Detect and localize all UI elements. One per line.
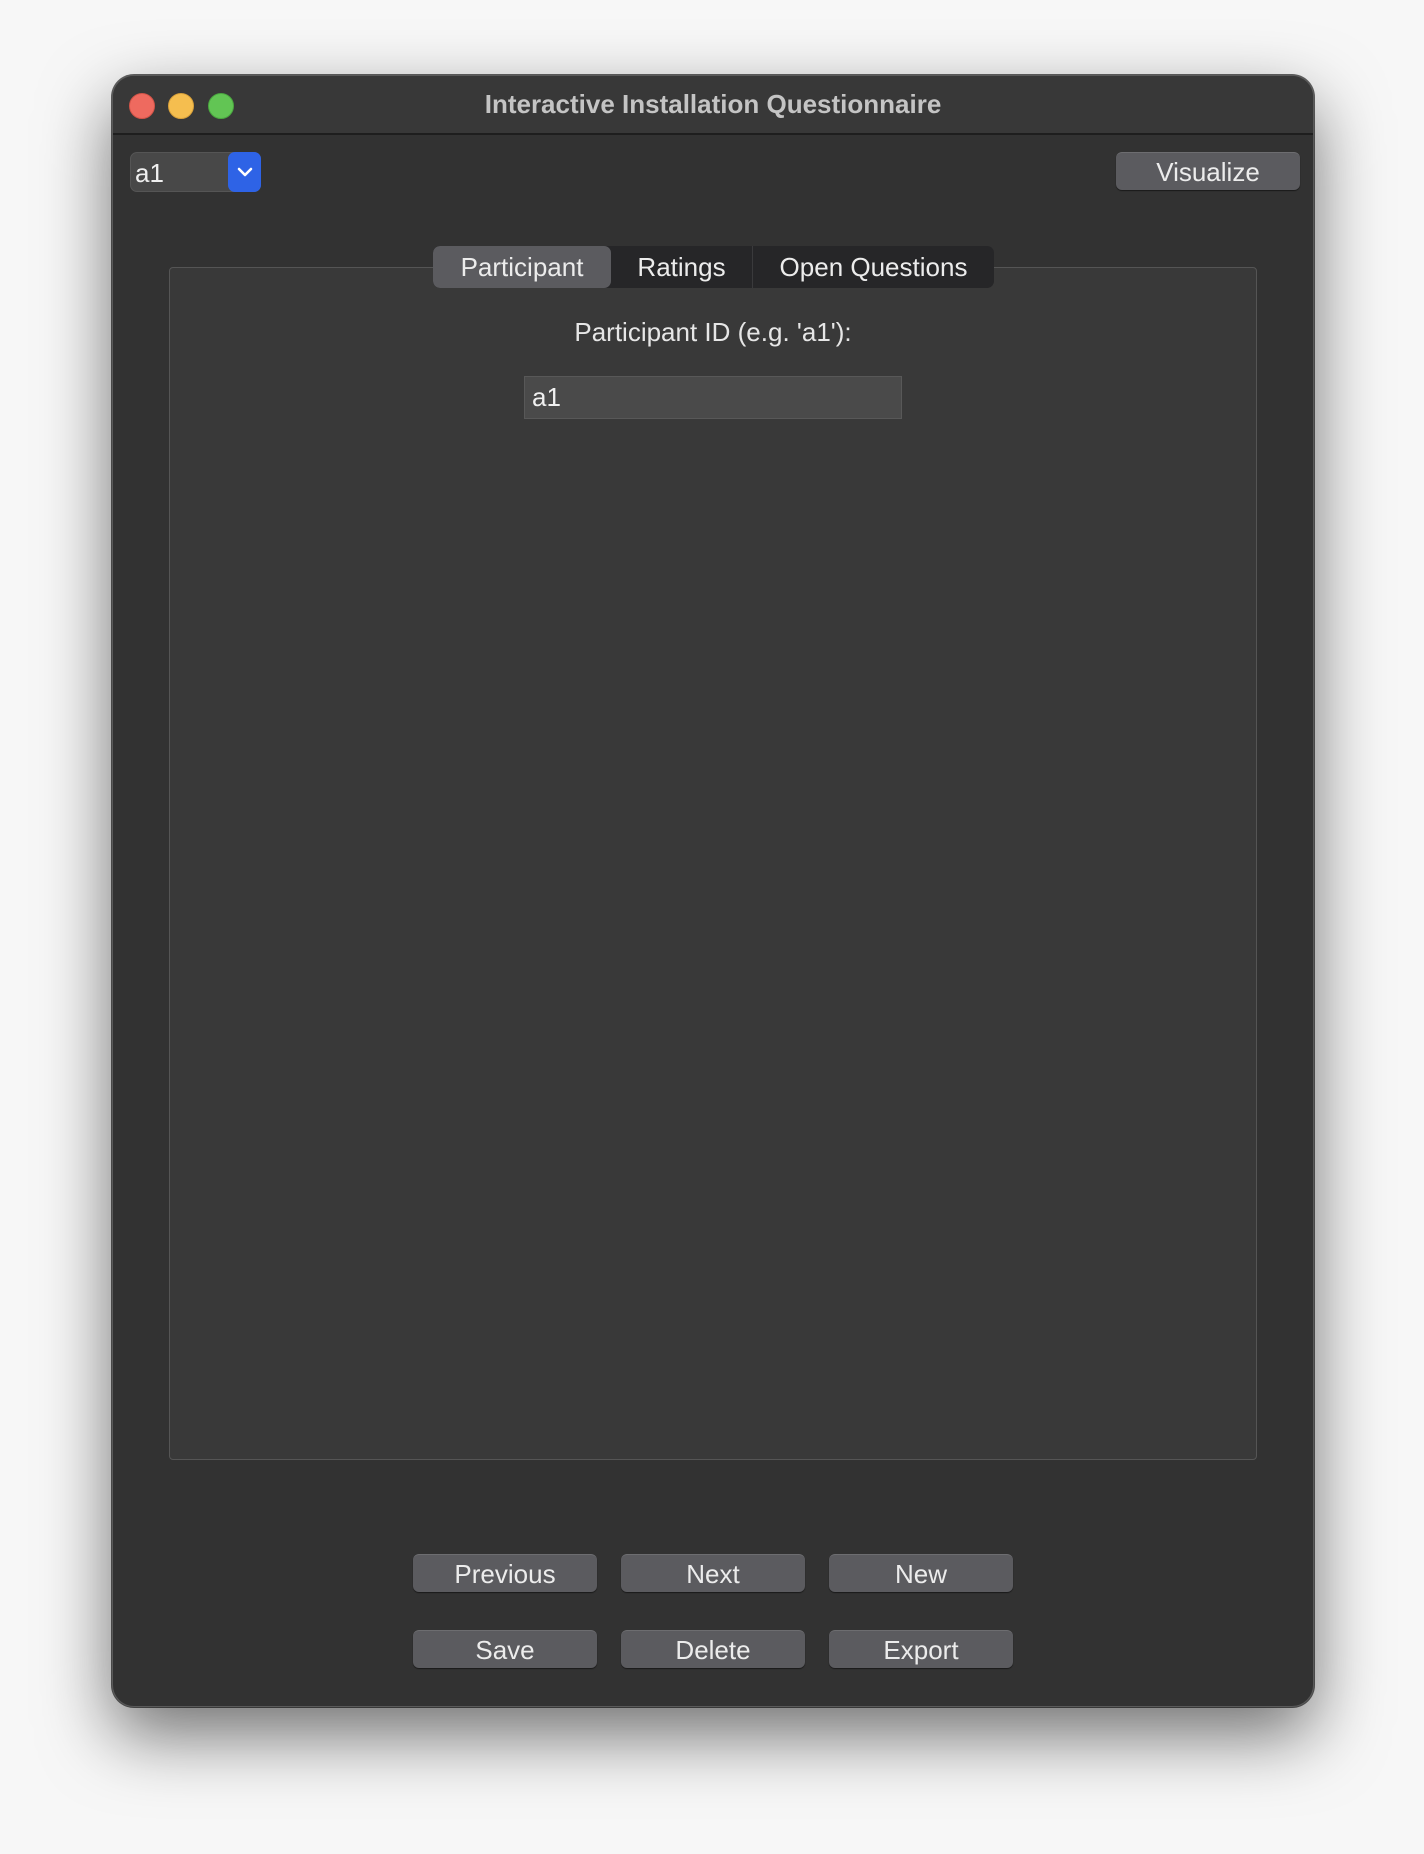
- tab-bar: Participant Ratings Open Questions: [433, 246, 994, 288]
- previous-button[interactable]: Previous: [413, 1554, 597, 1592]
- visualize-button[interactable]: Visualize: [1116, 152, 1300, 190]
- tab-participant[interactable]: Participant: [433, 246, 611, 288]
- new-button[interactable]: New: [829, 1554, 1013, 1592]
- participant-select[interactable]: a1: [130, 152, 261, 192]
- title-bar[interactable]: Interactive Installation Questionnaire: [113, 76, 1313, 135]
- tab-content-panel: [169, 267, 1257, 1460]
- window-title: Interactive Installation Questionnaire: [484, 89, 942, 119]
- chevron-down-icon[interactable]: [228, 152, 261, 192]
- save-button[interactable]: Save: [413, 1630, 597, 1668]
- delete-button[interactable]: Delete: [621, 1630, 805, 1668]
- next-button[interactable]: Next: [621, 1554, 805, 1592]
- tab-ratings[interactable]: Ratings: [611, 246, 752, 288]
- participant-select-value: a1: [135, 158, 164, 188]
- app-window: Interactive Installation Questionnaire a…: [112, 75, 1314, 1707]
- tab-open-questions[interactable]: Open Questions: [753, 246, 994, 288]
- participant-id-input[interactable]: [524, 376, 902, 419]
- participant-id-label: Participant ID (e.g. 'a1'):: [574, 317, 852, 347]
- export-button[interactable]: Export: [829, 1630, 1013, 1668]
